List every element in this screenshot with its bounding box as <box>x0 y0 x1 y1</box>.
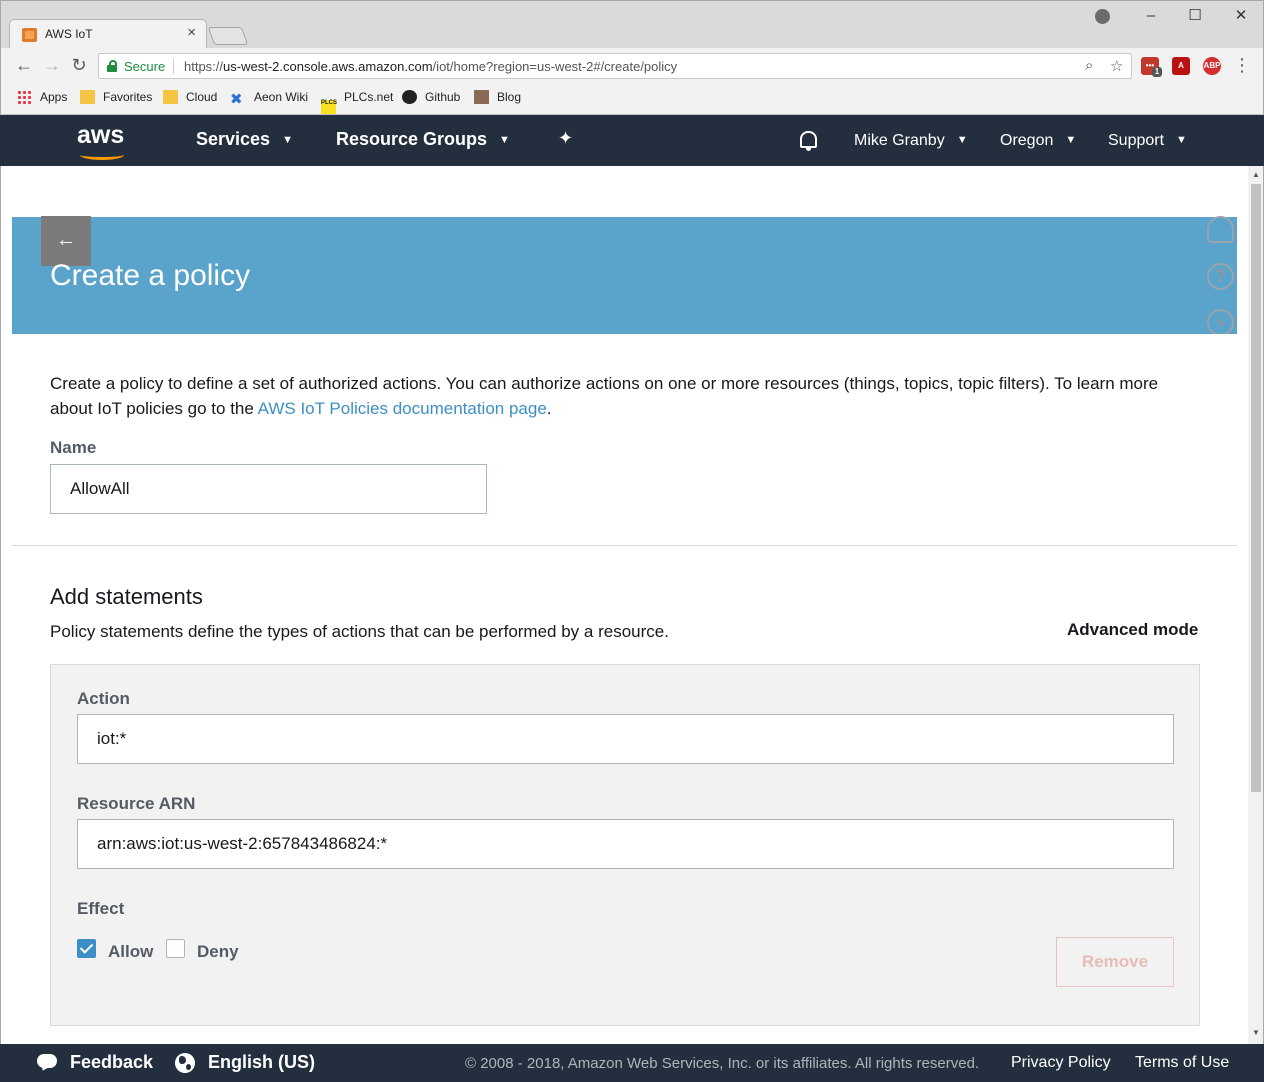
browser-tab[interactable]: AWS IoT × <box>9 19 207 49</box>
window-close-icon[interactable]: ✕ <box>1231 6 1251 26</box>
name-label: Name <box>50 438 97 457</box>
chevron-down-icon: ▼ <box>1176 134 1187 146</box>
bookmark-star-icon[interactable]: ☆ <box>1110 57 1123 75</box>
language-selector[interactable]: English (US) <box>208 1052 315 1073</box>
aws-logo[interactable]: aws <box>77 121 124 150</box>
globe-icon <box>175 1053 195 1073</box>
help-icon[interactable]: ? <box>1207 263 1234 290</box>
policy-form-card: Create a policy to define a set of autho… <box>12 334 1237 1044</box>
aws-iot-favicon-icon <box>22 28 37 42</box>
deny-checkbox[interactable] <box>166 939 185 958</box>
allow-label[interactable]: Allow <box>108 942 153 962</box>
services-menu[interactable]: Services ▼ <box>196 129 293 150</box>
secure-label: Secure <box>124 59 166 74</box>
pdf-extension-icon[interactable]: A <box>1172 57 1190 75</box>
browser-menu-icon[interactable]: ⋮ <box>1231 55 1253 76</box>
address-bar[interactable]: Secure https://us-west-2.console.aws.ama… <box>98 53 1132 79</box>
blog-avatar-icon <box>474 90 489 104</box>
name-input[interactable] <box>50 464 487 514</box>
chevron-down-icon: ▼ <box>282 134 293 146</box>
feedback-link[interactable]: Feedback <box>70 1052 153 1073</box>
scroll-thumb[interactable] <box>1251 184 1261 792</box>
section-divider <box>12 545 1237 546</box>
adblock-icon[interactable]: ABP <box>1203 57 1221 75</box>
bookmark-github[interactable]: Github <box>402 90 460 108</box>
scroll-up-icon[interactable]: ▲ <box>1252 170 1260 179</box>
intro-text: Create a policy to define a set of autho… <box>50 374 1159 418</box>
advanced-mode-link[interactable]: Advanced mode <box>1067 620 1198 640</box>
activity-icon[interactable]: ∿ <box>1207 309 1234 336</box>
allow-checkbox[interactable] <box>77 939 96 958</box>
lock-icon <box>107 60 117 72</box>
remove-statement-button[interactable]: Remove <box>1056 937 1174 987</box>
extension-badge: 1 <box>1152 67 1162 77</box>
notification-bell-icon[interactable] <box>800 131 817 151</box>
github-icon <box>402 90 417 104</box>
statements-description: Policy statements define the types of ac… <box>50 622 669 641</box>
tab-title: AWS IoT <box>45 27 93 41</box>
page-title: Create a policy <box>50 259 251 292</box>
policies-documentation-link[interactable]: AWS IoT Policies documentation page <box>258 399 547 418</box>
statement-panel: Action Resource ARN Effect Allow Deny Re… <box>50 664 1200 1026</box>
action-input[interactable] <box>77 714 1174 764</box>
chevron-down-icon: ▼ <box>1065 134 1077 146</box>
bookmark-favorites[interactable]: Favorites <box>80 90 152 108</box>
plcs-icon: PLCS <box>321 100 337 114</box>
terms-of-use-link[interactable]: Terms of Use <box>1135 1054 1229 1072</box>
resource-groups-menu[interactable]: Resource Groups ▼ <box>336 129 510 150</box>
copyright-text: © 2008 - 2018, Amazon Web Services, Inc.… <box>465 1055 980 1072</box>
browser-tab-bar: AWS IoT × – ☐ ✕ <box>0 0 1264 49</box>
bookmark-cloud[interactable]: Cloud <box>163 90 217 108</box>
account-menu[interactable]: Mike Granby ▼ <box>854 132 968 150</box>
chevron-down-icon: ▼ <box>499 134 510 146</box>
action-label: Action <box>77 689 130 708</box>
url-text[interactable]: https://us-west-2.console.aws.amazon.com… <box>184 59 677 74</box>
bookmark-aeon-wiki[interactable]: ✖ Aeon Wiki <box>230 90 308 108</box>
scroll-down-icon[interactable]: ▼ <box>1252 1028 1260 1037</box>
privacy-policy-link[interactable]: Privacy Policy <box>1011 1054 1111 1072</box>
effect-label: Effect <box>77 899 125 918</box>
deny-label[interactable]: Deny <box>197 942 239 962</box>
statements-heading: Add statements <box>50 584 203 609</box>
chevron-down-icon: ▼ <box>956 134 968 146</box>
profile-icon[interactable] <box>1095 9 1110 24</box>
bookmarks-bar: Apps Favorites Cloud ✖ Aeon Wiki PLCS PLCs… <box>0 84 1264 115</box>
bookmark-blog[interactable]: Blog <box>474 90 521 108</box>
reload-icon[interactable]: ↻ <box>68 55 90 76</box>
bookmark-plcs[interactable]: PLCS PLCs.net <box>321 90 393 114</box>
browser-toolbar: ← → ↻ Secure https://us-west-2.console.a… <box>0 48 1264 84</box>
confluence-icon: ✖ <box>230 91 243 108</box>
new-tab-button[interactable] <box>207 27 249 45</box>
tab-close-icon[interactable]: × <box>187 24 196 41</box>
page-scrollbar[interactable]: ▲ ▼ <box>1248 166 1264 1044</box>
region-menu[interactable]: Oregon ▼ <box>1000 132 1076 150</box>
feedback-icon <box>37 1054 57 1068</box>
apps-grid-icon <box>17 90 32 104</box>
pin-icon[interactable]: ✦ <box>558 128 573 149</box>
minimize-icon[interactable]: – <box>1141 6 1161 26</box>
forward-arrow-icon[interactable]: → <box>41 55 63 76</box>
resource-arn-input[interactable] <box>77 819 1174 869</box>
console-footer: Feedback English (US) © 2008 - 2018, Ama… <box>0 1044 1264 1082</box>
support-menu[interactable]: Support ▼ <box>1108 132 1187 150</box>
back-arrow-icon[interactable]: ← <box>13 55 35 76</box>
aws-top-nav: aws Services ▼ Resource Groups ▼ ✦ Mike Gr… <box>0 115 1264 166</box>
bookmark-apps[interactable]: Apps <box>17 90 67 108</box>
address-separator <box>173 59 174 74</box>
notifications-side-icon[interactable] <box>1207 216 1234 243</box>
console-content: ← Create a policy ? ∿ Create a policy to… <box>0 166 1248 1044</box>
zoom-icon[interactable]: ⌕ <box>1085 57 1093 74</box>
resource-arn-label: Resource ARN <box>77 794 196 813</box>
folder-icon <box>163 90 178 104</box>
maximize-icon[interactable]: ☐ <box>1185 6 1205 26</box>
aws-logo-smile-icon <box>80 150 124 160</box>
folder-icon <box>80 90 95 104</box>
